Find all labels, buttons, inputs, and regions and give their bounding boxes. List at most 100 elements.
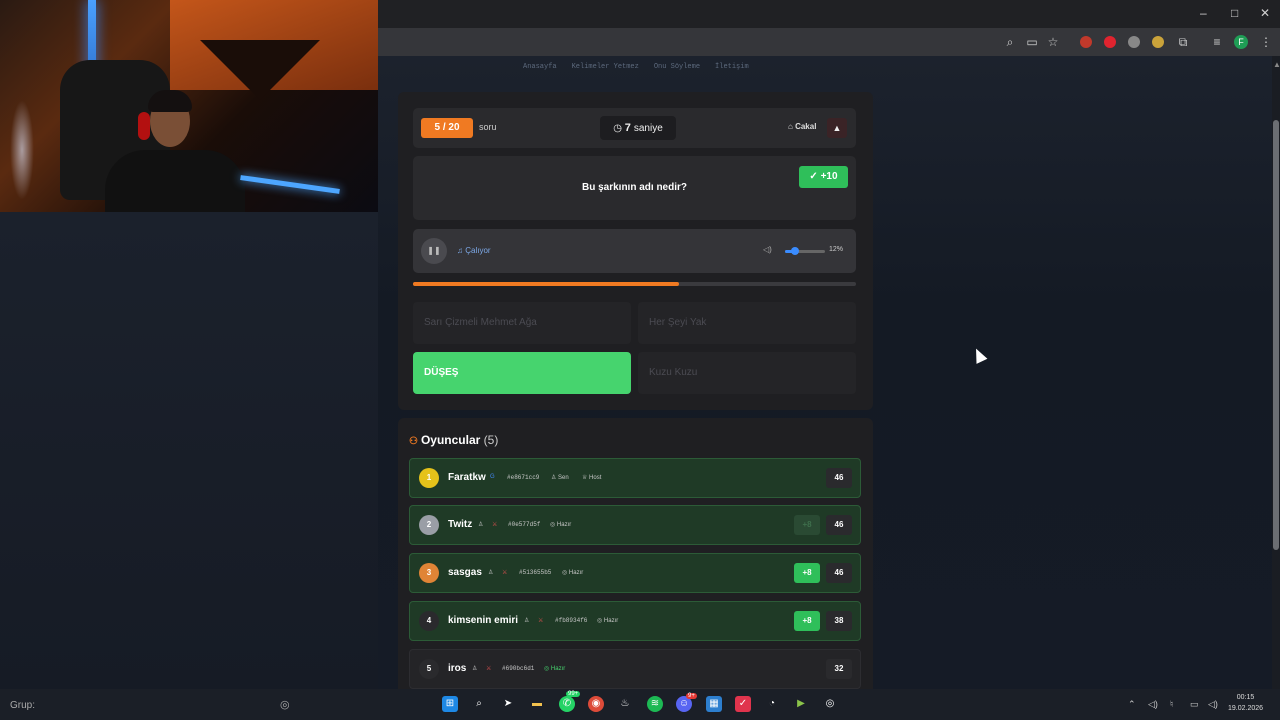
player-id: #690bc6d1 [502,665,535,672]
pause-icon: ❚❚ [427,246,441,255]
player-name: Faratkw [448,472,486,483]
minimize-button[interactable]: – [1200,6,1207,20]
timer-value: 7 [624,122,631,134]
profile-avatar[interactable]: F [1234,35,1248,49]
taskbar-search-label[interactable]: Grup: [10,700,35,711]
points-value: +10 [820,171,838,182]
extension-icon[interactable] [1080,36,1092,48]
scrollbar-thumb[interactable] [1273,120,1279,550]
crown-icon: ♕ [582,475,590,481]
volume-icon[interactable]: ◁) [1208,699,1218,710]
webcam-person [105,150,245,212]
nav-link-taboo[interactable]: Onu Söyleme [654,63,700,71]
web-page: Anasayfa Kelimeler Yetmez Onu Söyleme İl… [378,56,1272,689]
playing-label: Çalıyor [465,246,491,255]
extension-icon[interactable] [1152,36,1164,48]
time-progress-bar [413,282,856,286]
question-text: Bu şarkının adı nedir? [581,182,688,193]
player-score: 46 [826,468,852,488]
check-icon: ✓ [809,171,821,182]
start-icon[interactable]: ⊞ [442,696,458,712]
obs-icon[interactable]: ◎ [822,696,838,712]
player-score: 32 [826,659,852,679]
answer-option-4[interactable]: Kuzu Kuzu [638,352,856,394]
scroll-up-icon[interactable]: ▲ [1273,60,1280,69]
clock-time: 00:15 [1236,694,1255,701]
taskbar-clock[interactable]: 00:15 19.02.2026 [1228,692,1263,714]
nav-link-words[interactable]: Kelimeler Yetmez [572,63,639,71]
player-id: #0e577d5f [508,521,541,528]
app-icon[interactable]: ▶ [793,696,809,712]
player-id: #fb8934f6 [555,617,588,624]
display-icon[interactable]: ▭ [1190,699,1199,710]
tray-overflow-icon[interactable]: ⌃ [1128,699,1136,710]
check-circle-icon: ◎ [550,522,557,528]
telegram-icon[interactable]: ➤ [500,696,516,712]
menu-kebab-icon[interactable]: ⋮ [1258,34,1274,50]
answer-option-3[interactable]: DÜŞEŞ [413,352,631,394]
browser-titlebar: – □ ✕ [378,0,1280,28]
players-title: ⚇ Oyuncular (5) [409,433,498,447]
nav-link-contact[interactable]: İletişim [715,63,749,71]
player-id: #513655b5 [519,569,552,576]
file-explorer-icon[interactable]: ▬ [529,696,545,712]
photos-icon[interactable]: ▦ [706,696,722,712]
player-name: kimsenin emiri [448,615,519,626]
player-row: 1 Faratkw G #e8671cc9 ♙ Sen ♕ Host 46 [409,458,861,498]
user-tag: ⌂ Cakal [788,122,816,131]
extensions-puzzle-icon[interactable]: ⧉ [1175,34,1191,50]
close-button[interactable]: ✕ [1260,6,1270,20]
clock-icon: ◷ [613,123,625,134]
site-nav: Anasayfa Kelimeler Yetmez Onu Söyleme İl… [523,63,749,71]
users-icon: ⚇ [409,436,418,447]
cast-icon[interactable]: ▭ [1024,34,1040,50]
warning-icon: ▲ [832,123,842,133]
webcam-overlay [0,0,378,212]
media-queue-icon[interactable]: ≡ [1209,34,1225,50]
user-icon: ♙ [524,618,530,624]
timer: ◷ 7 saniye [600,116,676,140]
answer-option-1[interactable]: Sarı Çizmeli Mehmet Ağa [413,302,631,344]
clock-date: 19.02.2026 [1228,705,1264,712]
kick-icon[interactable]: ⚔ [502,569,507,576]
microphone-icon[interactable]: ♮ [1170,699,1173,710]
playing-status: ♫ Çalıyor [457,246,491,255]
app-icon[interactable]: ✓ [735,696,751,712]
discord-badge: 9+ [686,693,697,699]
player-score: 46 [826,563,852,583]
rank-badge: 3 [419,563,439,583]
speaker-icon[interactable]: ◁) [1148,699,1158,710]
page-background [0,212,378,689]
maximize-button[interactable]: □ [1231,6,1238,20]
volume-knob[interactable] [790,247,799,255]
steam-icon[interactable]: ♨ [617,696,633,712]
round-gain: +8 [794,515,820,535]
bookmark-star-icon[interactable]: ☆ [1045,34,1061,50]
zoom-icon[interactable]: ⌕ [1002,34,1018,50]
app-icon[interactable]: ◔ [764,696,780,712]
webcam-light [10,100,34,200]
report-button[interactable]: ▲ [827,118,847,138]
search-icon[interactable]: ⌕ [471,696,487,712]
kick-icon[interactable]: ⚔ [486,665,491,672]
extension-icon[interactable] [1128,36,1140,48]
copilot-icon[interactable]: ◎ [280,698,290,711]
question-card: Bu şarkının adı nedir? ✓ +10 [413,156,856,220]
round-gain: +8 [794,563,820,583]
extension-icon[interactable] [1104,36,1116,48]
volume-icon[interactable]: ◁) [763,245,772,254]
rank-badge: 1 [419,468,439,488]
kick-icon[interactable]: ⚔ [538,617,543,624]
webcam-person [148,90,192,112]
chrome-icon[interactable]: ◉ [588,696,604,712]
rank-badge: 2 [419,515,439,535]
kick-icon[interactable]: ⚔ [492,521,497,528]
player-row: 4 kimsenin emiri ♙ ⚔ #fb8934f6 ◎ Hazır +… [409,601,861,641]
answer-option-2[interactable]: Her Şeyi Yak [638,302,856,344]
pause-button[interactable]: ❚❚ [421,238,447,264]
points-badge: ✓ +10 [799,166,848,188]
nav-link-home[interactable]: Anasayfa [523,63,557,71]
whatsapp-icon[interactable]: ✆ [559,696,575,712]
spotify-icon[interactable]: ≋ [647,696,663,712]
player-row: 3 sasgas ♙ ⚔ #513655b5 ◎ Hazır +8 46 [409,553,861,593]
